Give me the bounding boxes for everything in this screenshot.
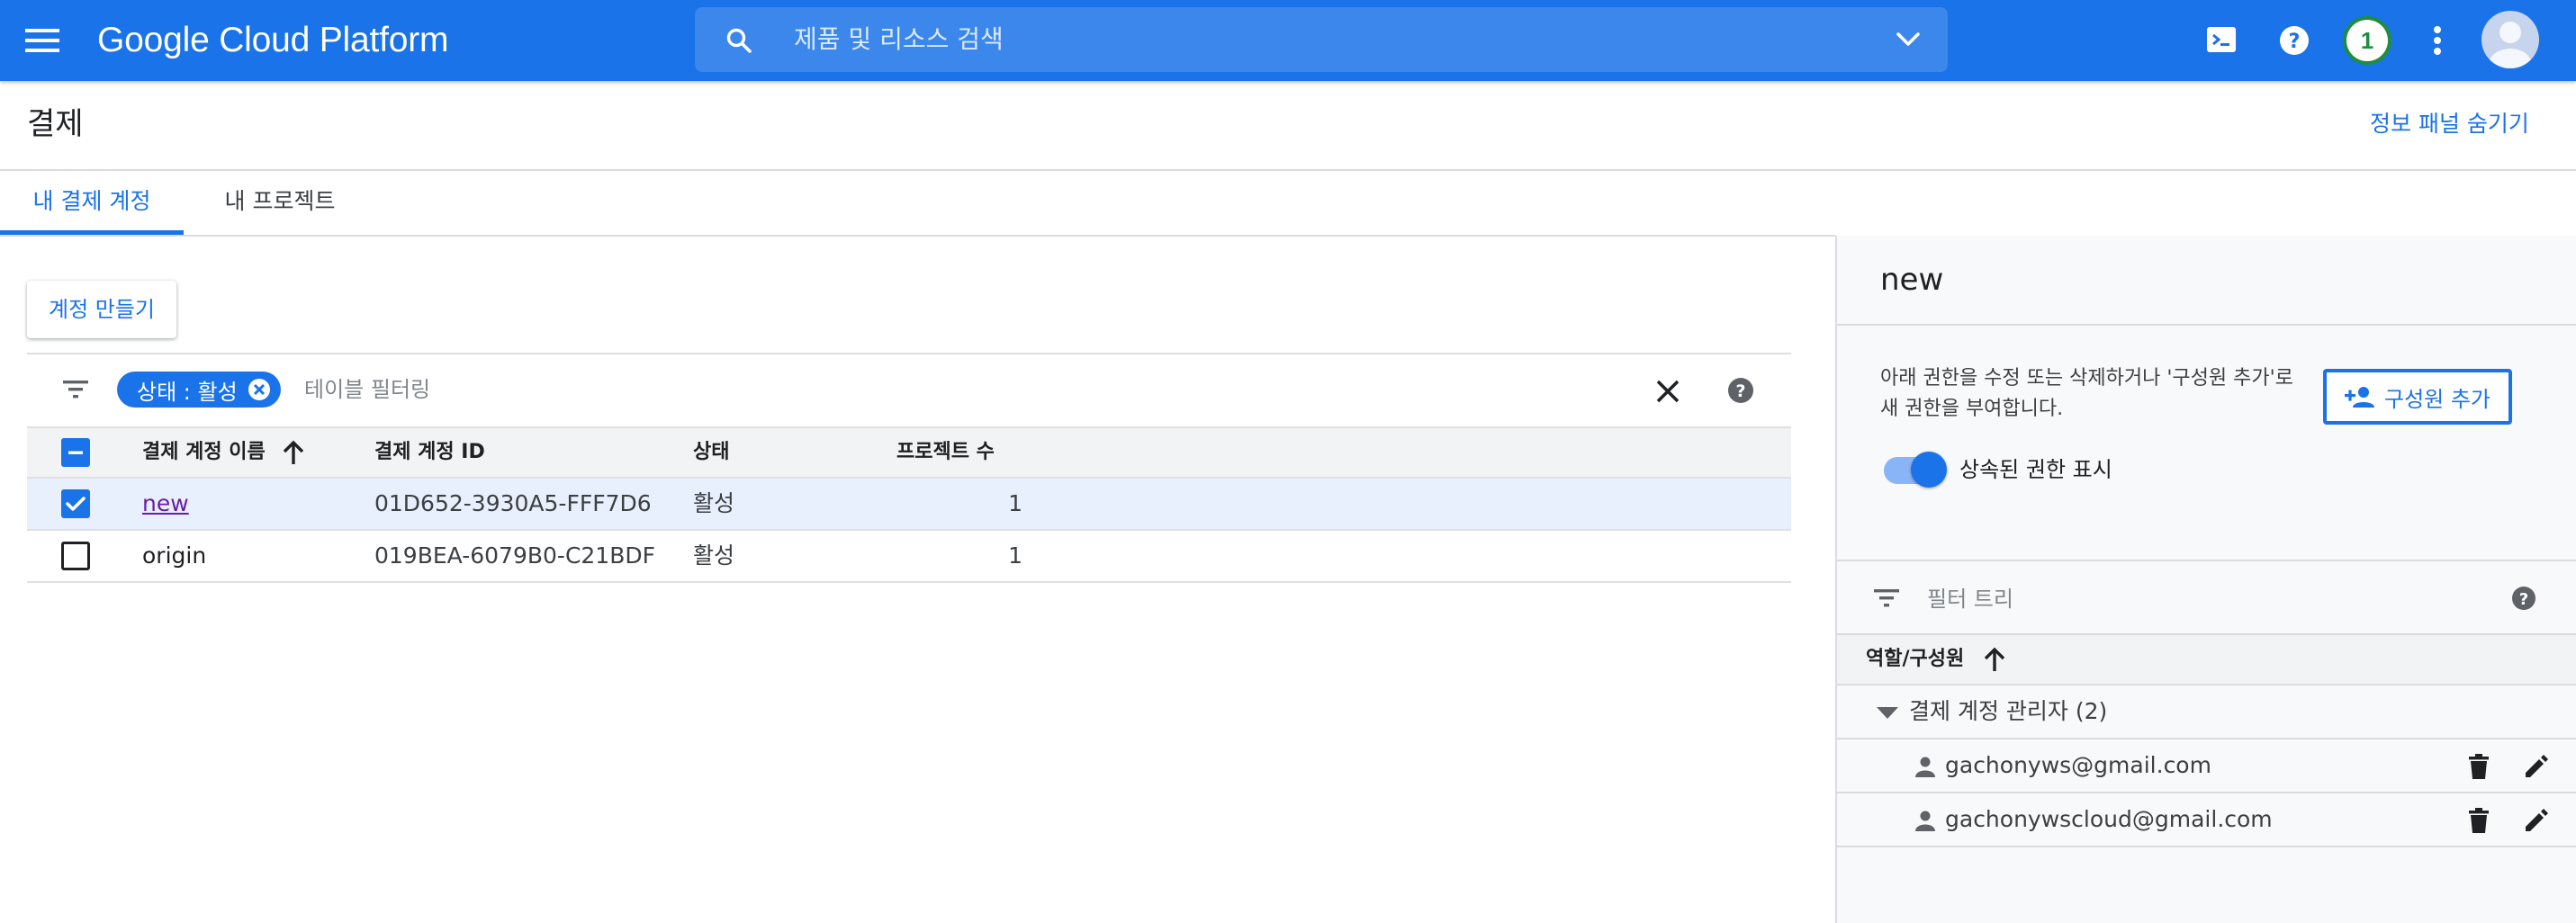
svg-text:?: ? (1735, 381, 1745, 401)
member-row[interactable]: gachonyws@gmail.com (1837, 739, 2576, 793)
tab-my-projects[interactable]: 내 프로젝트 (202, 171, 358, 236)
filter-divider (27, 353, 1791, 354)
account-id: 01D652-3930A5-FFF7D6 (374, 490, 652, 516)
table-header-row: 결제 계정 이름 결제 계정 ID 상태 프로젝트 수 (27, 426, 1791, 479)
delete-icon[interactable] (2467, 753, 2490, 780)
notification-badge[interactable]: 1 (2343, 16, 2391, 65)
person-icon (1914, 756, 1936, 777)
top-app-bar: Google Cloud Platform 제품 및 리소스 검색 ? 1 (0, 0, 2576, 81)
panel-title: new (1880, 262, 1944, 298)
filter-tree-input[interactable]: 필터 트리 (1927, 581, 2013, 617)
info-panel: new 아래 권한을 수정 또는 삭제하거나 '구성원 추가'로 새 권한을 부… (1835, 236, 2576, 923)
header-divider (0, 169, 2576, 171)
toggle-info-panel-button[interactable]: 정보 패널 숨기기 (2370, 108, 2529, 140)
notification-count: 1 (2346, 20, 2388, 61)
column-header-account-id[interactable]: 결제 계정 ID (374, 428, 485, 477)
svg-text:?: ? (2519, 590, 2528, 609)
panel-divider (1837, 560, 2576, 561)
tabs-divider (0, 235, 1835, 237)
filter-icon[interactable] (1873, 588, 1900, 608)
project-count: 1 (1008, 542, 1022, 569)
account-status: 활성 (693, 490, 735, 516)
chevron-down-icon[interactable] (1896, 31, 1921, 49)
account-id: 019BEA-6079B0-C21BDF (374, 542, 655, 569)
member-email: gachonyws@gmail.com (1945, 752, 2211, 778)
table-row[interactable]: new 01D652-3930A5-FFF7D6 활성 1 (27, 479, 1791, 531)
help-icon[interactable]: ? (2276, 22, 2312, 58)
account-status: 활성 (693, 542, 735, 569)
row-checkbox[interactable] (61, 489, 90, 518)
account-name-link[interactable]: origin (142, 531, 206, 581)
role-label: 결제 계정 관리자 (2) (1909, 698, 2108, 724)
table-filter-input[interactable]: 테이블 필터링 (304, 372, 430, 408)
edit-icon[interactable] (2523, 753, 2550, 780)
add-member-label: 구성원 추가 (2383, 386, 2491, 412)
person-icon (1914, 810, 1936, 831)
chip-remove-icon[interactable] (247, 377, 272, 402)
panel-divider (1837, 324, 2576, 326)
create-account-button[interactable]: 계정 만들기 (27, 281, 176, 338)
edit-icon[interactable] (2523, 807, 2550, 834)
column-header-account-name[interactable]: 결제 계정 이름 (142, 428, 266, 477)
expand-arrow-icon[interactable] (1877, 707, 1898, 720)
member-row[interactable]: gachonywscloud@gmail.com (1837, 793, 2576, 847)
project-count: 1 (1008, 490, 1022, 516)
help-icon[interactable]: ? (1726, 376, 1755, 405)
filter-chip-status-active[interactable]: 상태 : 활성 (117, 372, 281, 408)
filter-icon[interactable] (61, 380, 90, 399)
search-icon (725, 27, 752, 54)
tab-my-billing-accounts[interactable]: 내 결제 계정 (0, 171, 184, 236)
sort-ascending-icon[interactable] (281, 439, 306, 466)
panel-description: 아래 권한을 수정 또는 삭제하거나 '구성원 추가'로 새 권한을 부여합니다… (1880, 367, 2293, 420)
sort-ascending-icon[interactable] (1981, 646, 2008, 673)
clear-filter-icon[interactable] (1654, 378, 1681, 405)
menu-icon[interactable] (20, 18, 65, 63)
table-row[interactable]: origin 019BEA-6079B0-C21BDF 활성 1 (27, 531, 1791, 583)
svg-text:?: ? (2289, 31, 2301, 53)
avatar[interactable] (2481, 11, 2539, 68)
select-all-checkbox[interactable] (61, 438, 90, 467)
row-checkbox[interactable] (61, 542, 90, 570)
delete-icon[interactable] (2467, 807, 2490, 834)
search-input[interactable]: 제품 및 리소스 검색 (794, 7, 1004, 72)
role-member-column-header[interactable]: 역할/구성원 (1866, 635, 1964, 684)
add-member-button[interactable]: 구성원 추가 (2323, 369, 2512, 425)
column-header-status[interactable]: 상태 (693, 428, 729, 477)
person-add-icon (2344, 385, 2375, 408)
search-bar[interactable]: 제품 및 리소스 검색 (695, 7, 1948, 72)
more-vert-icon[interactable] (2428, 21, 2446, 60)
app-title[interactable]: Google Cloud Platform (97, 16, 449, 65)
help-icon[interactable]: ? (2510, 585, 2537, 612)
member-email: gachonywscloud@gmail.com (1945, 806, 2273, 832)
inherited-permissions-label: 상속된 권한 표시 (1959, 457, 2112, 482)
column-header-project-count[interactable]: 프로젝트 수 (896, 428, 995, 477)
role-row[interactable]: 결제 계정 관리자 (2) (1837, 686, 2576, 739)
cloud-shell-icon[interactable] (2205, 23, 2238, 56)
permission-tree-header: 역할/구성원 (1837, 633, 2576, 686)
page-title: 결제 (27, 106, 84, 142)
inherited-permissions-toggle[interactable] (1880, 452, 1947, 488)
filter-chip-label: 상태 : 활성 (137, 379, 238, 405)
account-name-link[interactable]: new (142, 479, 189, 529)
